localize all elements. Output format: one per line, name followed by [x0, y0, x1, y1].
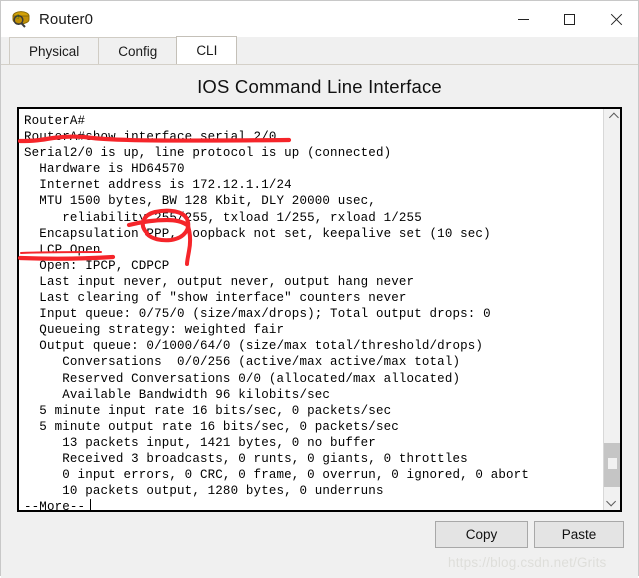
terminal-line: Available Bandwidth 96 kilobits/sec	[24, 387, 331, 402]
minimize-icon	[517, 18, 529, 20]
terminal-line: reliability 255/255, txload 1/255, rxloa…	[24, 210, 422, 225]
scroll-up-button[interactable]	[604, 109, 620, 126]
terminal-line: 5 minute output rate 16 bits/sec, 0 pack…	[24, 419, 399, 434]
router-device-icon: S	[10, 8, 32, 30]
terminal-line: Hardware is HD64570	[24, 162, 185, 177]
terminal-line: MTU 1500 bytes, BW 128 Kbit, DLY 20000 u…	[24, 194, 376, 209]
title-bar: S Router0	[1, 1, 638, 37]
terminal-line: 13 packets input, 1421 bytes, 0 no buffe…	[24, 435, 376, 450]
terminal-container: RouterA# RouterA#show interface serial 2/…	[17, 107, 622, 512]
terminal-cursor	[90, 499, 92, 510]
cli-tab-panel: IOS Command Line Interface RouterA# Route…	[1, 65, 638, 578]
terminal-line: Encapsulation PPP, loopback not set, kee…	[24, 226, 491, 241]
terminal-line: Last input never, output never, output h…	[24, 274, 415, 289]
copy-button[interactable]: Copy	[435, 521, 528, 548]
scroll-down-button[interactable]	[604, 493, 620, 510]
terminal-line: Conversations 0/0/256 (active/max active…	[24, 355, 461, 370]
terminal-line: Output queue: 0/1000/64/0 (size/max tota…	[24, 339, 484, 354]
scrollbar-thumb[interactable]	[604, 443, 620, 487]
minimize-button[interactable]	[500, 1, 546, 37]
terminal-line: 10 packets output, 1280 bytes, 0 underru…	[24, 484, 384, 499]
terminal-line: Received 3 broadcasts, 0 runts, 0 giants…	[24, 451, 468, 466]
maximize-icon	[563, 13, 575, 25]
tab-cli[interactable]: CLI	[176, 36, 238, 64]
window-controls	[500, 1, 638, 37]
button-bar: Copy Paste https://blog.csdn.net/Grits	[1, 512, 638, 578]
watermark-text: https://blog.csdn.net/Grits	[448, 555, 607, 570]
terminal-line: Queueing strategy: weighted fair	[24, 323, 285, 338]
tab-physical[interactable]: Physical	[9, 37, 100, 64]
svg-text:S: S	[16, 15, 19, 21]
close-button[interactable]	[592, 1, 638, 37]
terminal-line: Open: IPCP, CDPCP	[24, 258, 170, 273]
chevron-down-icon	[605, 496, 616, 507]
terminal-line: RouterA#	[24, 114, 86, 128]
terminal-line: --More--	[24, 499, 603, 510]
terminal-line: Serial2/0 is up, line protocol is up (co…	[24, 146, 392, 161]
scrollbar-track[interactable]	[604, 126, 620, 493]
chevron-up-icon	[608, 112, 619, 123]
terminal-line: 0 input errors, 0 CRC, 0 frame, 0 overru…	[24, 468, 529, 483]
close-icon	[609, 13, 622, 26]
terminal-line: Reserved Conversations 0/0 (allocated/ma…	[24, 371, 461, 386]
terminal-line: LCP Open	[24, 242, 101, 257]
terminal-line: 5 minute input rate 16 bits/sec, 0 packe…	[24, 403, 392, 418]
tab-strip: Physical Config CLI	[1, 36, 638, 65]
terminal-line: Last clearing of "show interface" counte…	[24, 291, 407, 306]
window-title: Router0	[39, 10, 94, 28]
terminal-line: RouterA#show interface serial 2/0	[24, 130, 277, 145]
router-cli-window: S Router0 Physical Config CLI IOS Comman…	[0, 0, 639, 578]
terminal-line: Input queue: 0/75/0 (size/max/drops); To…	[24, 307, 491, 322]
paste-button[interactable]: Paste	[534, 521, 624, 548]
terminal-line: Internet address is 172.12.1.1/24	[24, 178, 292, 193]
scrollbar-grip	[608, 458, 617, 469]
terminal-output[interactable]: RouterA# RouterA#show interface serial 2/…	[19, 109, 603, 510]
terminal-scrollbar[interactable]	[603, 109, 620, 510]
page-title: IOS Command Line Interface	[197, 76, 442, 97]
maximize-button[interactable]	[546, 1, 592, 37]
tab-config[interactable]: Config	[98, 37, 178, 64]
